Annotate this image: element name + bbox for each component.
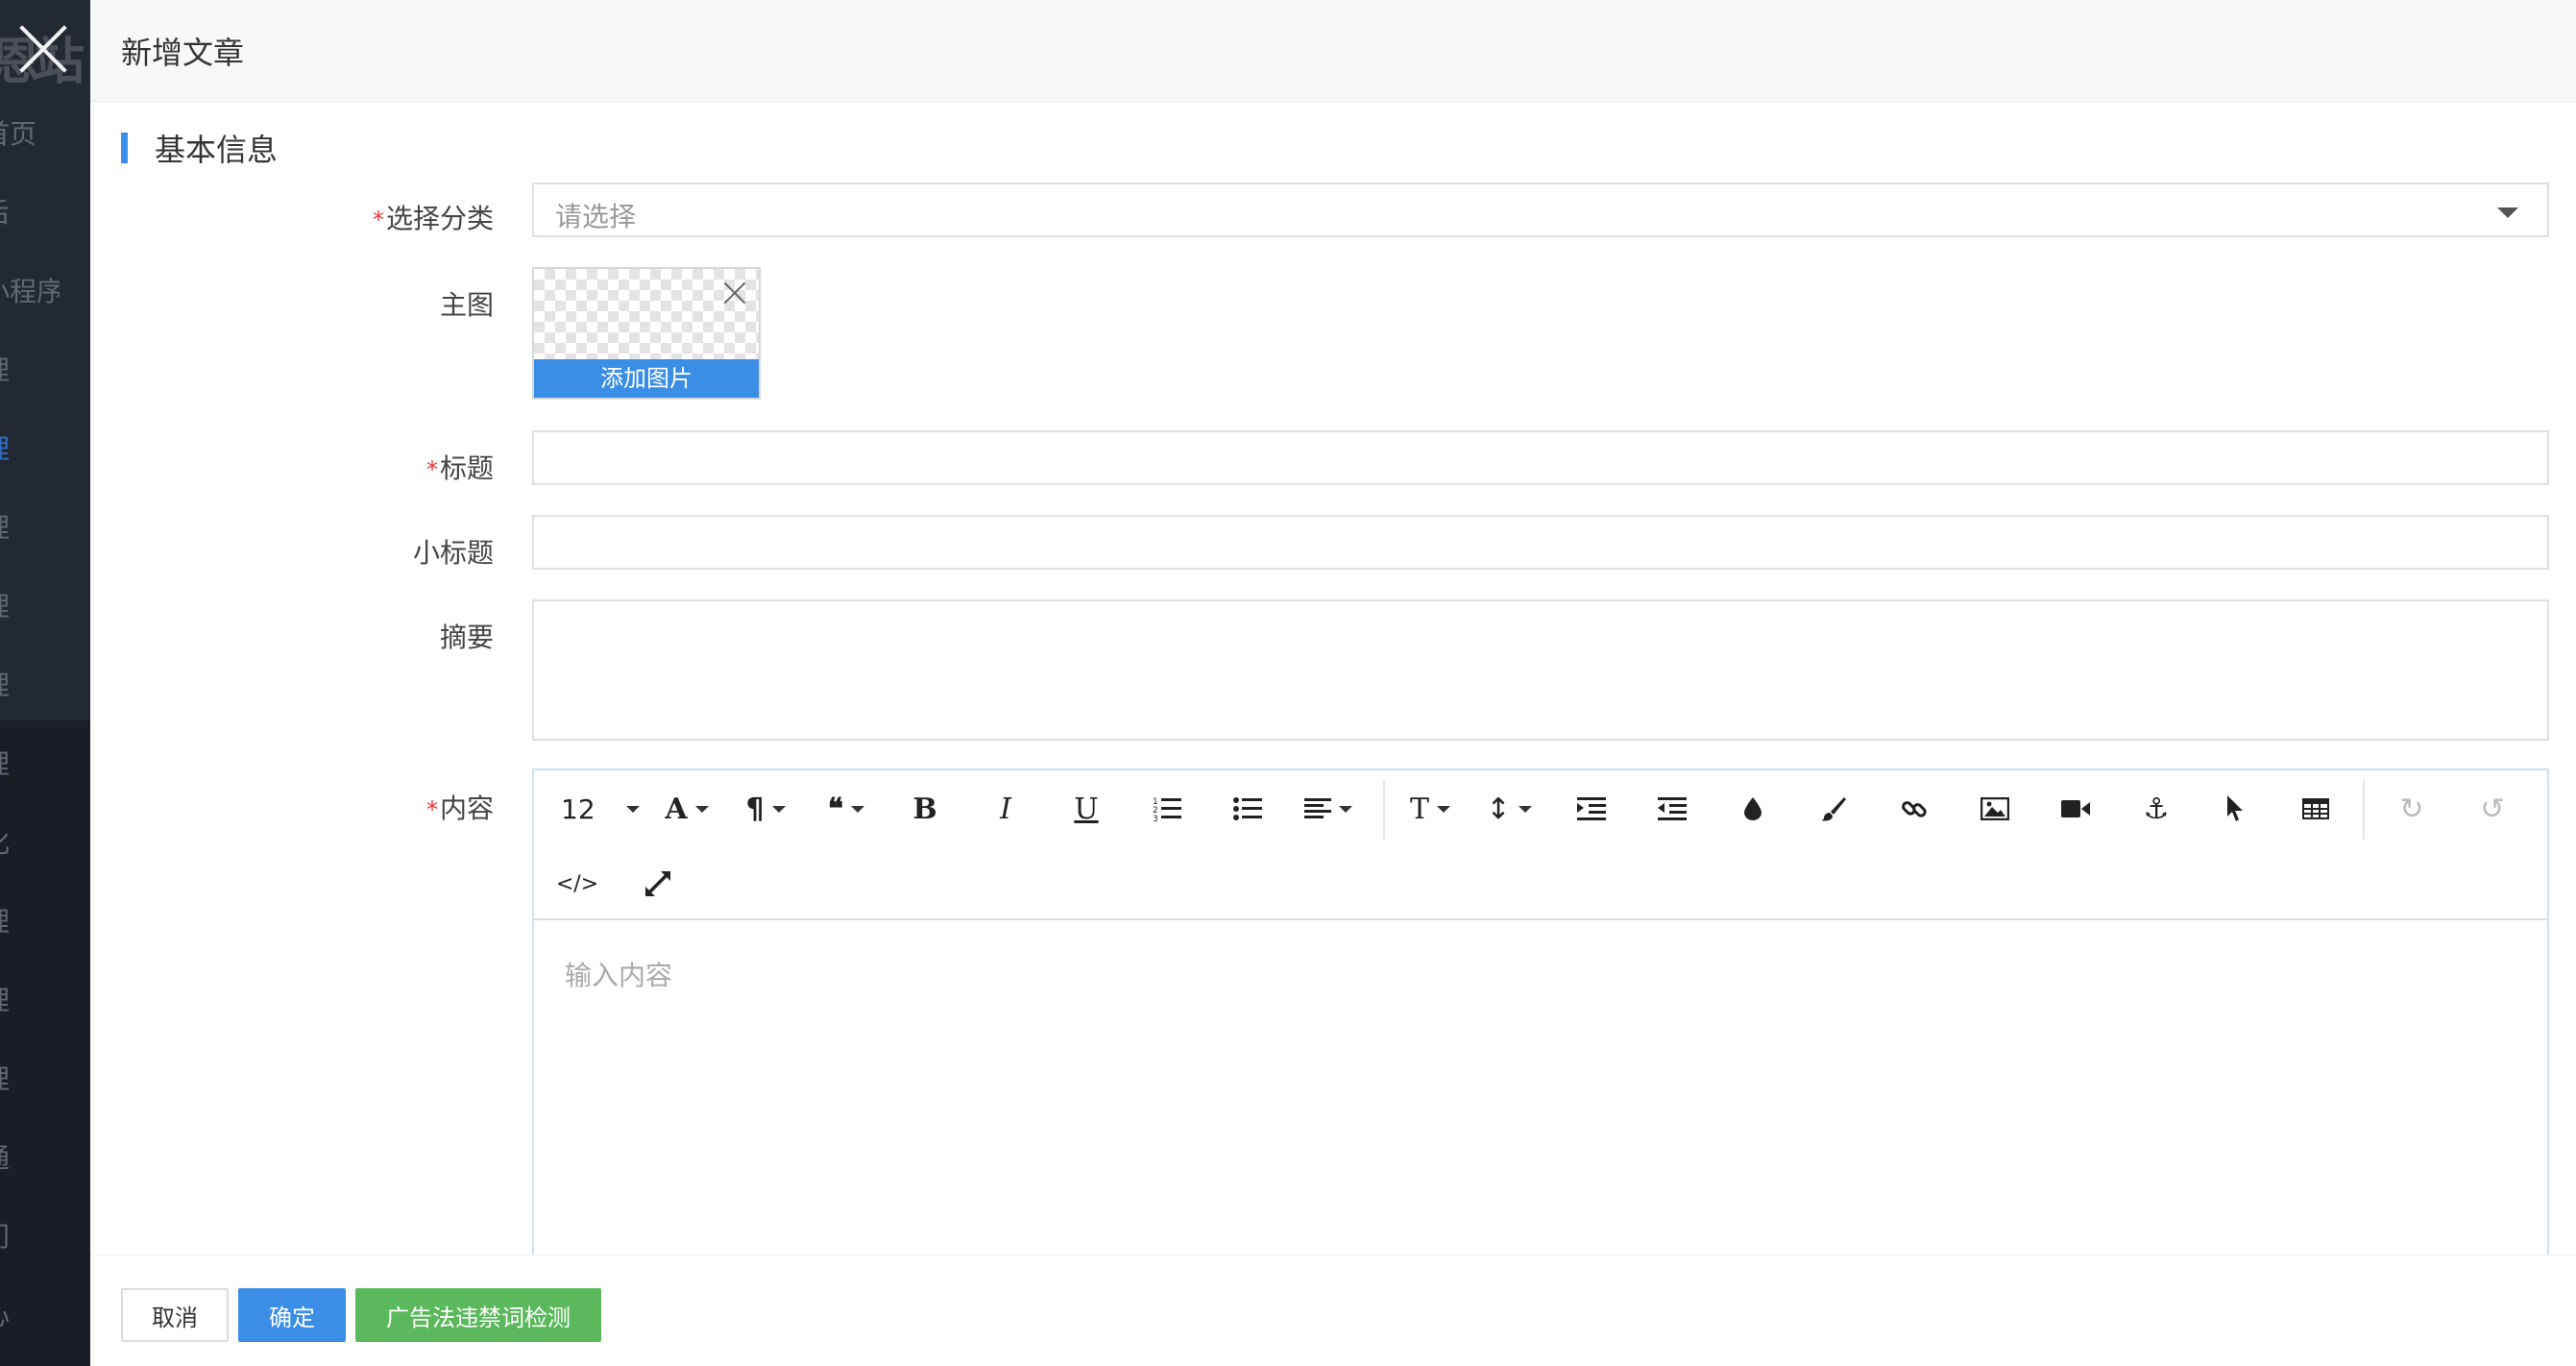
text-format-icon[interactable]: T — [1400, 788, 1460, 830]
color-drop-icon[interactable] — [1723, 788, 1783, 830]
toolbar-separator — [1383, 780, 1385, 840]
summary-textarea[interactable] — [532, 599, 2549, 741]
title-label-text: 标题 — [439, 452, 494, 484]
paragraph-icon[interactable]: ¶ — [736, 788, 795, 830]
cancel-button[interactable]: 取消 — [121, 1288, 229, 1342]
align-icon[interactable] — [1295, 788, 1362, 830]
editor-content-area[interactable]: 输入内容 — [534, 922, 2547, 1268]
category-label: *选择分类 — [90, 198, 494, 236]
outdent-icon[interactable] — [1642, 788, 1702, 830]
subtitle-input[interactable] — [532, 515, 2549, 570]
indent-icon[interactable] — [1562, 788, 1621, 830]
summary-label: 摘要 — [439, 622, 494, 653]
chevron-down-icon — [2497, 207, 2518, 218]
line-height-icon[interactable]: ↕ — [1479, 788, 1539, 830]
redo-icon[interactable]: ↻ — [2382, 788, 2442, 830]
add-image-button[interactable]: 添加图片 — [534, 359, 759, 398]
font-size-value: 12 — [561, 793, 595, 825]
category-label-text: 选择分类 — [385, 203, 494, 234]
modal-header: 新增文章 — [90, 0, 2576, 102]
sidebar-item[interactable]: 理 — [0, 350, 60, 388]
sidebar: 恩站 首页 后 小程序 理 理 理 理 理 理 化 理 理 理 通 门 心 — [0, 0, 90, 1366]
required-mark: * — [425, 456, 438, 483]
image-icon[interactable] — [1965, 788, 2025, 830]
sidebar-item[interactable]: 理 — [0, 507, 60, 546]
modal-title: 新增文章 — [121, 34, 245, 71]
sidebar-item[interactable]: 理 — [0, 901, 60, 939]
underline-icon[interactable]: U — [1057, 788, 1116, 830]
bold-icon[interactable]: B — [895, 788, 955, 830]
font-size-dropdown[interactable]: 12 — [547, 788, 640, 830]
content-label: *内容 — [90, 788, 494, 826]
article-modal: 新增文章 基本信息 *选择分类 请选择 主图 添加图片 *标题 小标题 摘要 *… — [90, 0, 2576, 1366]
sidebar-item[interactable]: 后 — [0, 192, 60, 231]
sidebar-item[interactable]: 小程序 — [0, 271, 60, 309]
title-label: *标题 — [90, 448, 494, 486]
sidebar-item[interactable]: 理 — [0, 586, 60, 624]
editor-placeholder: 输入内容 — [565, 960, 673, 991]
close-modal-icon[interactable] — [15, 21, 71, 77]
section-title: 基本信息 — [121, 131, 278, 168]
unordered-list-icon[interactable] — [1218, 788, 1277, 830]
content-label-text: 内容 — [439, 793, 494, 824]
chevron-down-icon — [626, 805, 640, 813]
sidebar-item[interactable]: 首页 — [0, 113, 60, 152]
undo-icon[interactable]: ↺ — [2463, 788, 2522, 830]
modal-footer: 取消 确定 广告法违禁词检测 — [90, 1255, 2576, 1366]
subtitle-label: 小标题 — [412, 537, 494, 569]
anchor-icon[interactable]: ⚓ — [2126, 788, 2186, 830]
sidebar-item-active[interactable]: 理 — [0, 428, 60, 467]
sidebar-item[interactable]: 心 — [0, 1295, 60, 1333]
confirm-button[interactable]: 确定 — [238, 1288, 346, 1342]
sidebar-item[interactable]: 理 — [0, 980, 60, 1018]
font-color-icon[interactable]: A — [657, 788, 717, 830]
cursor-icon[interactable] — [2205, 788, 2265, 830]
rich-text-editor: 12 A ¶ ❝ B I U 123 T ↕ ⚓ ↻ ↺ </> 输入内容 — [532, 768, 2549, 1268]
svg-text:3: 3 — [1153, 815, 1158, 822]
main-image-label: 主图 — [439, 289, 494, 321]
code-icon[interactable]: </> — [547, 863, 607, 905]
ordered-list-icon[interactable]: 123 — [1137, 788, 1197, 830]
sidebar-item[interactable]: 理 — [0, 744, 60, 782]
italic-icon[interactable]: I — [976, 788, 1035, 830]
fullscreen-icon[interactable] — [628, 863, 688, 905]
title-input[interactable] — [532, 430, 2549, 485]
sidebar-item[interactable]: 理 — [0, 665, 60, 703]
editor-toolbar: 12 A ¶ ❝ B I U 123 T ↕ ⚓ ↻ ↺ </> — [534, 770, 2547, 920]
banned-word-check-button[interactable]: 广告法违禁词检测 — [355, 1288, 601, 1342]
required-mark: * — [372, 207, 384, 233]
section-title-text: 基本信息 — [155, 132, 279, 168]
brush-icon[interactable] — [1804, 788, 1863, 830]
required-mark: * — [425, 796, 438, 823]
section-accent-bar — [121, 133, 128, 163]
close-icon[interactable] — [722, 281, 747, 305]
category-select[interactable]: 请选择 — [532, 183, 2549, 237]
sidebar-item[interactable]: 化 — [0, 822, 60, 861]
image-uploader[interactable]: 添加图片 — [532, 267, 761, 400]
quote-icon[interactable]: ❝ — [816, 788, 876, 830]
sidebar-item[interactable]: 门 — [0, 1216, 60, 1255]
category-placeholder: 请选择 — [555, 201, 637, 232]
link-icon[interactable] — [1884, 788, 1944, 830]
video-icon[interactable] — [2046, 788, 2105, 830]
toolbar-separator — [2363, 780, 2365, 840]
sidebar-item[interactable]: 通 — [0, 1137, 60, 1176]
sidebar-item[interactable]: 理 — [0, 1059, 60, 1097]
table-icon[interactable] — [2286, 788, 2345, 830]
